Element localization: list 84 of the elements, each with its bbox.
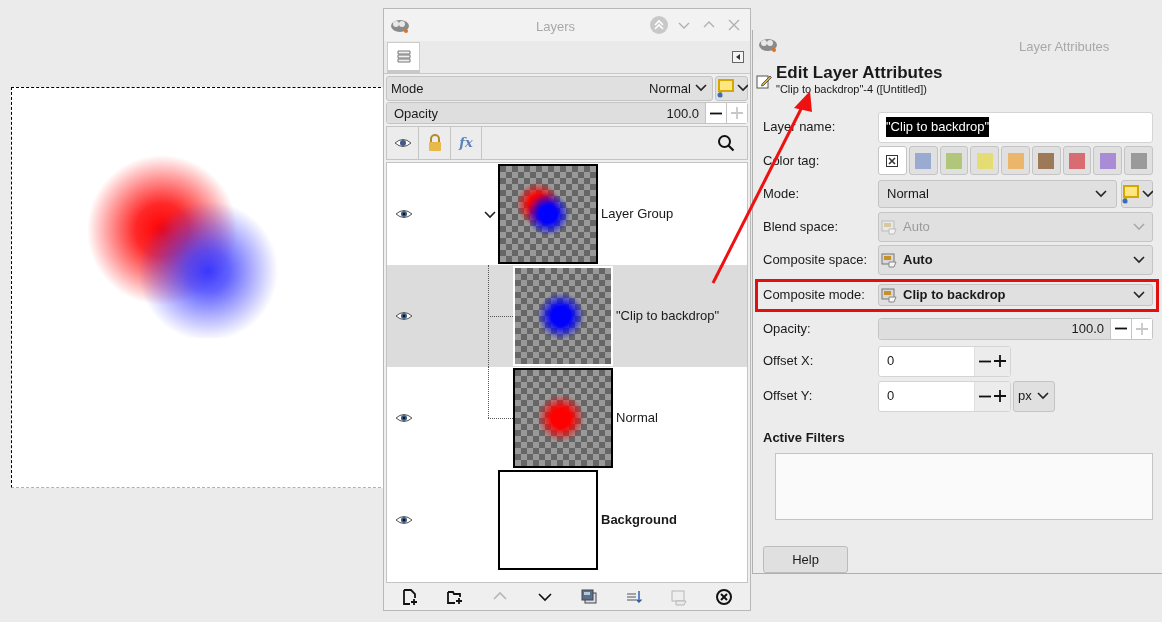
eye-icon[interactable] (395, 514, 413, 527)
field-label: Composite space: (763, 251, 869, 270)
input-value: 0 (887, 387, 895, 406)
layer-name: Layer Group (601, 205, 674, 224)
eye-icon[interactable] (395, 412, 413, 425)
opacity-value: 100.0 (1071, 319, 1104, 338)
field-label: Offset Y: (763, 387, 814, 406)
image-icon (881, 252, 897, 268)
offset-spin-field[interactable]: 0 (878, 380, 1011, 412)
duplicate-icon[interactable] (580, 588, 599, 607)
new-folder-icon[interactable] (446, 588, 465, 607)
minus-icon[interactable] (978, 394, 992, 398)
color-tag-button[interactable] (1124, 146, 1154, 175)
input-value: "Clip to backdrop" (886, 117, 990, 137)
dropdown-value: Normal (887, 185, 929, 204)
eye-icon (393, 137, 412, 150)
delete-icon[interactable] (714, 588, 733, 607)
lock-icon (426, 134, 443, 153)
dropdown-value: px (1018, 387, 1032, 406)
color-tag-button[interactable] (908, 146, 938, 175)
decrease-button[interactable] (705, 103, 726, 124)
plus-icon (730, 106, 744, 121)
layer-name: "Clip to backdrop" (616, 307, 720, 326)
opacity-label: Opacity (394, 104, 439, 123)
minus-icon (1114, 327, 1128, 330)
layer-name: Background (601, 511, 677, 530)
field-label: Opacity: (763, 319, 812, 338)
opacity-slider[interactable]: 100.0 (878, 317, 1153, 340)
pencil-icon (756, 72, 772, 89)
field-label: Composite mode: (763, 286, 866, 305)
color-tag-button[interactable] (1031, 146, 1061, 175)
dropdown-value: Auto (903, 251, 933, 270)
unit-dropdown[interactable]: px (1013, 380, 1055, 412)
layer-name-input[interactable]: "Clip to backdrop" (878, 111, 1153, 143)
eye-icon[interactable] (395, 208, 413, 221)
minus-icon (709, 111, 723, 115)
window-title: Layers (536, 18, 576, 36)
color-tag-button[interactable] (1062, 146, 1092, 175)
color-tag-button[interactable] (1001, 146, 1030, 175)
field-label: Blend space: (763, 218, 840, 237)
layer-mode-icon (1121, 184, 1141, 204)
color-tag-button[interactable] (939, 146, 969, 175)
layer-row[interactable]: "Clip to backdrop" (387, 265, 747, 368)
mode-value: Normal (649, 79, 691, 98)
chevron-down-icon[interactable] (484, 208, 496, 221)
layer-mode-icon (715, 78, 736, 99)
layers-stack-icon (394, 47, 413, 66)
opacity-value: 100.0 (666, 104, 699, 123)
search-icon[interactable] (717, 134, 735, 153)
dialog-subtitle: "Clip to backdrop"-4 ([Untitled]) (776, 82, 928, 96)
plus-icon (1135, 321, 1149, 336)
color-tag-button[interactable] (878, 146, 907, 175)
mode-label: Mode (391, 79, 424, 98)
window-title: Layer Attributes (1019, 38, 1110, 56)
plus-icon[interactable] (993, 354, 1007, 368)
dropdown[interactable]: Clip to backdrop (878, 284, 1153, 306)
dropdown-value: Clip to backdrop (903, 286, 1006, 305)
input-value: 0 (887, 352, 895, 371)
mode-dropdown[interactable]: Mode Normal (386, 75, 713, 102)
opacity-slider[interactable]: Opacity 100.0 (386, 102, 748, 125)
layers-tab[interactable] (387, 41, 420, 73)
eye-icon[interactable] (395, 310, 413, 323)
dialog-heading: Edit Layer Attributes (776, 62, 943, 83)
field-label: Offset X: (763, 352, 815, 371)
mode-reset-button[interactable] (1121, 180, 1153, 208)
field-label: Mode: (763, 185, 801, 204)
color-tag-button[interactable] (970, 146, 1000, 175)
image-icon (881, 219, 897, 235)
mode-dropdown[interactable]: Normal (878, 180, 1117, 208)
image-icon (881, 287, 897, 303)
decrease-button[interactable] (1110, 318, 1131, 339)
dropdown[interactable]: Auto (878, 245, 1153, 275)
minus-icon[interactable] (978, 359, 992, 363)
section-heading: Active Filters (763, 428, 846, 447)
help-button[interactable]: Help (763, 546, 848, 573)
offset-spin-field[interactable]: 0 (878, 345, 1011, 377)
color-tag-button[interactable] (1093, 146, 1123, 175)
dropdown-value: Auto (903, 218, 930, 237)
new-layer-icon[interactable] (401, 588, 420, 607)
mode-reset-button[interactable] (715, 75, 748, 102)
layer-name: Normal (616, 409, 658, 428)
no-color-icon (886, 154, 899, 167)
plus-icon[interactable] (993, 389, 1007, 403)
tab-menu-icon[interactable] (732, 50, 744, 63)
